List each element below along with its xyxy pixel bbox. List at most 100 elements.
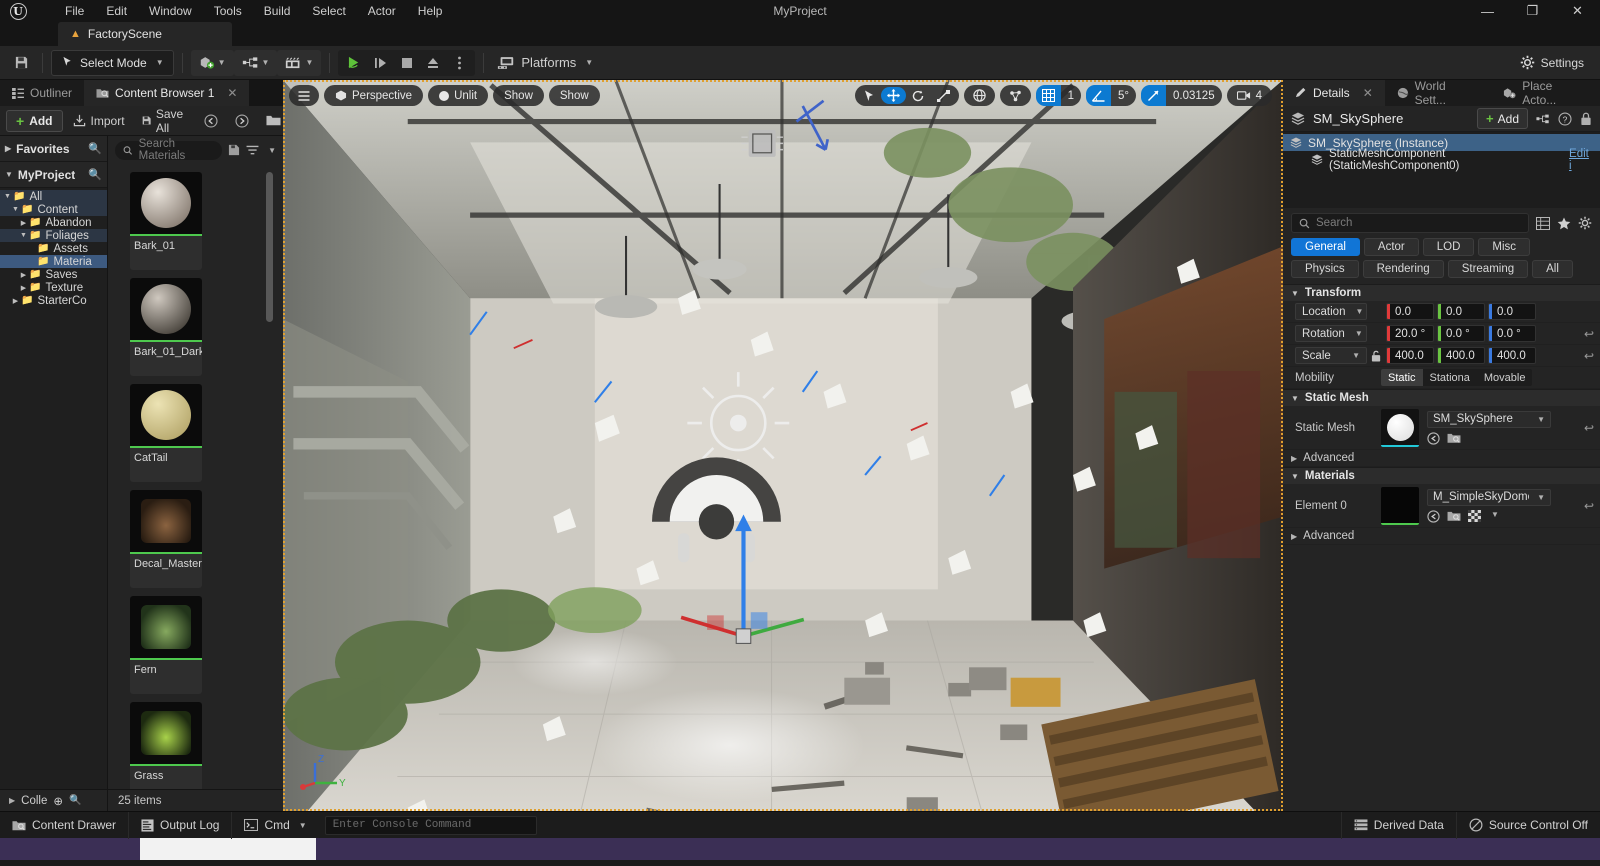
favorites-star-icon[interactable] xyxy=(1557,216,1571,230)
add-component-button[interactable]: + Add xyxy=(1477,108,1528,129)
menu-edit[interactable]: Edit xyxy=(95,0,138,22)
filter-chip-lod[interactable]: LOD xyxy=(1422,238,1475,256)
materials-section-header[interactable]: ▼ Materials xyxy=(1283,467,1600,484)
browse-to-asset-icon[interactable] xyxy=(1447,510,1461,523)
scale-y-input[interactable]: 400.0 xyxy=(1437,347,1485,364)
settings-button[interactable]: Settings xyxy=(1514,50,1590,76)
eject-button[interactable] xyxy=(420,50,446,76)
location-dropdown[interactable]: Location ▼ xyxy=(1295,303,1367,320)
location-z-input[interactable]: 0.0 xyxy=(1488,303,1536,320)
rotation-x-input[interactable]: 20.0 ° xyxy=(1386,325,1434,342)
chevron-down-icon[interactable]: ▼ xyxy=(268,146,276,155)
asset-tile[interactable]: Decal_Master xyxy=(130,490,202,588)
folder-tree-item[interactable]: 📁 Assets xyxy=(0,242,107,255)
grid-snap-value[interactable]: 1 xyxy=(1061,90,1081,102)
use-selected-icon[interactable] xyxy=(1427,431,1440,445)
unreal-logo-icon[interactable]: U xyxy=(0,0,36,22)
platforms-button[interactable]: Platforms ▼ xyxy=(492,50,598,76)
camera-speed-button[interactable]: 4 xyxy=(1230,87,1269,104)
back-button[interactable] xyxy=(197,109,225,133)
filter-chip-misc[interactable]: Misc xyxy=(1478,238,1531,256)
favorites-header[interactable]: ▶ Favorites 🔍 xyxy=(0,136,107,162)
save-search-icon[interactable] xyxy=(228,144,240,156)
chevron-down-icon[interactable]: ▼ xyxy=(1491,510,1499,523)
tab-place-actors[interactable]: Place Acto... xyxy=(1491,79,1600,107)
minimize-button[interactable]: — xyxy=(1465,0,1510,22)
filter-chip-rendering[interactable]: Rendering xyxy=(1362,260,1444,278)
static-mesh-section-header[interactable]: ▼ Static Mesh xyxy=(1283,389,1600,406)
search-materials-input[interactable]: Search Materials xyxy=(115,138,223,162)
source-control-button[interactable]: Source Control Off xyxy=(1455,811,1600,839)
derived-data-button[interactable]: Derived Data xyxy=(1340,811,1456,839)
blueprint-button[interactable]: ▼ xyxy=(237,50,275,76)
select-mode-button[interactable]: Select Mode ▼ xyxy=(51,49,174,76)
filter-icon[interactable] xyxy=(246,145,259,156)
reset-icon[interactable]: ↩ xyxy=(1584,349,1594,363)
chevron-right-icon[interactable]: ▶ xyxy=(18,271,29,279)
help-icon[interactable]: ? xyxy=(1558,111,1572,126)
asset-tile[interactable]: Bark_01 xyxy=(130,172,202,270)
static-mesh-dropdown[interactable]: SM_SkySphere ▼ xyxy=(1427,410,1551,428)
folder-tree-item[interactable]: ▼ 📁 All xyxy=(0,190,107,203)
reset-icon[interactable]: ↩ xyxy=(1584,421,1594,435)
checker-icon[interactable] xyxy=(1468,509,1481,523)
angle-snap-icon[interactable] xyxy=(1086,85,1112,106)
rotate-icon[interactable] xyxy=(906,87,931,104)
folder-tree-item[interactable]: ▶ 📁 Texture xyxy=(0,281,107,294)
scale-x-input[interactable]: 400.0 xyxy=(1386,347,1434,364)
rotation-dropdown[interactable]: Rotation ▼ xyxy=(1295,325,1367,342)
import-button[interactable]: Import xyxy=(66,109,132,133)
play-options-button[interactable] xyxy=(446,50,472,76)
grid-snap-icon[interactable] xyxy=(1035,85,1061,106)
folder-tree-item[interactable]: ▶ 📁 Saves xyxy=(0,268,107,281)
cmd-button[interactable]: Cmd ▼ xyxy=(232,812,318,839)
level-viewport[interactable]: Perspective Unlit Show Show 1 5° 0.03125… xyxy=(283,80,1283,811)
show-button-1[interactable]: Show xyxy=(496,87,541,104)
chevron-right-icon[interactable]: ▶ xyxy=(18,219,29,227)
reset-icon[interactable]: ↩ xyxy=(1584,499,1594,513)
collections-button[interactable]: ▶ Colle ⊕ 🔍 xyxy=(0,789,108,812)
reset-icon[interactable]: ↩ xyxy=(1584,327,1594,341)
chevron-right-icon[interactable]: ▶ xyxy=(10,297,21,305)
view-mode-button[interactable]: Unlit xyxy=(431,87,485,104)
details-search-input[interactable]: Search xyxy=(1291,213,1529,233)
menu-tools[interactable]: Tools xyxy=(203,0,253,22)
save-all-button[interactable]: Save All xyxy=(135,107,194,135)
world-globe-icon[interactable] xyxy=(967,87,992,104)
component-row[interactable]: StaticMeshComponent (StaticMeshComponent… xyxy=(1283,148,1600,172)
cinematics-button[interactable]: ▼ xyxy=(280,50,318,76)
console-command-input[interactable]: Enter Console Command xyxy=(324,815,537,835)
add-collection-icon[interactable]: ⊕ xyxy=(53,794,63,808)
menu-build[interactable]: Build xyxy=(253,0,302,22)
asset-scrollbar[interactable] xyxy=(266,172,273,322)
scale-lock-icon[interactable] xyxy=(1371,350,1382,362)
add-content-button[interactable]: + Add xyxy=(6,109,63,132)
taskbar-window-preview[interactable] xyxy=(140,838,316,860)
chevron-down-icon[interactable]: ▼ xyxy=(18,232,29,239)
menu-help[interactable]: Help xyxy=(407,0,454,22)
folder-tree-item[interactable]: ▶ 📁 Abandon xyxy=(0,216,107,229)
transform-section-header[interactable]: ▼ Transform xyxy=(1283,284,1600,301)
scale-dropdown[interactable]: Scale ▼ xyxy=(1295,347,1367,364)
use-selected-icon[interactable] xyxy=(1427,509,1440,523)
filter-chip-all[interactable]: All xyxy=(1532,260,1573,278)
location-y-input[interactable]: 0.0 xyxy=(1437,303,1485,320)
settings-gear-icon[interactable] xyxy=(1578,216,1592,230)
asset-tile[interactable]: Grass xyxy=(130,702,202,789)
maximize-button[interactable]: ❐ xyxy=(1510,0,1555,22)
folder-tree-item[interactable]: ▶ 📁 StarterCo xyxy=(0,294,107,307)
material-thumbnail[interactable] xyxy=(1381,486,1419,525)
blueprint-icon[interactable] xyxy=(1536,113,1550,125)
scale-snap-value[interactable]: 0.03125 xyxy=(1166,90,1222,102)
material-dropdown[interactable]: M_SimpleSkyDome ▼ xyxy=(1427,488,1551,506)
static-mesh-thumbnail[interactable] xyxy=(1381,408,1419,447)
asset-tile[interactable]: Fern xyxy=(130,596,202,694)
tab-outliner[interactable]: Outliner xyxy=(0,80,85,106)
select-arrow-icon[interactable] xyxy=(858,87,881,104)
search-icon[interactable]: 🔍 xyxy=(88,142,102,155)
folder-tree-item[interactable]: ▼ 📁 Content xyxy=(0,203,107,216)
scale-snap-icon[interactable] xyxy=(1141,85,1167,106)
filter-chip-general[interactable]: General xyxy=(1291,238,1360,256)
grid-view-icon[interactable] xyxy=(1536,216,1550,230)
materials-advanced-row[interactable]: ▶ Advanced xyxy=(1283,528,1600,545)
